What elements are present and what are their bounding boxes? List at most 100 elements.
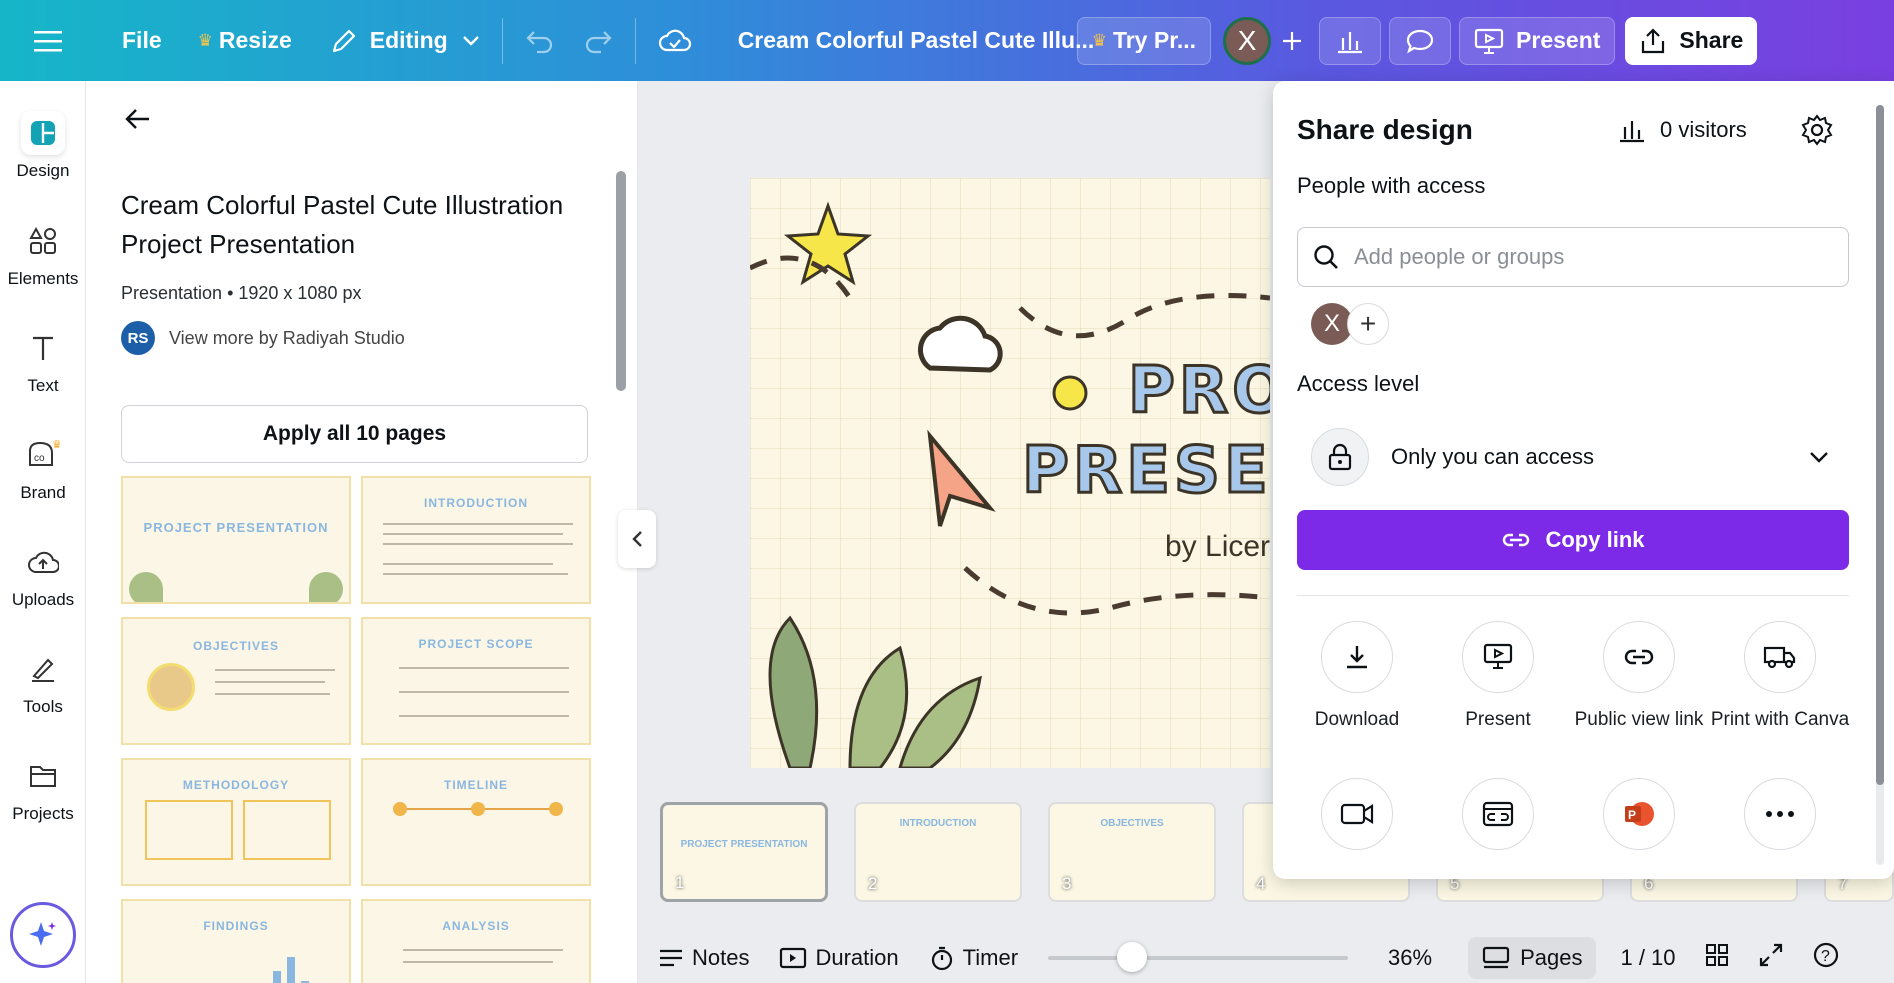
editing-mode-button[interactable]: Editing: [316, 17, 494, 65]
comment-icon: [1406, 29, 1434, 53]
add-collaborator-button[interactable]: +: [1347, 303, 1389, 345]
truck-icon: [1744, 621, 1816, 693]
panel-scrollbar[interactable]: [616, 171, 626, 391]
help-icon: ?: [1813, 942, 1838, 967]
zoom-slider-handle[interactable]: [1117, 941, 1148, 972]
timer-button[interactable]: Timer: [929, 945, 1018, 971]
template-thumbnail[interactable]: PROJECT SCOPE: [361, 617, 591, 745]
template-thumbnail[interactable]: METHODOLOGY: [121, 758, 351, 886]
gear-icon: [1801, 114, 1833, 146]
present-button[interactable]: Present: [1459, 16, 1616, 65]
rail-label: Projects: [12, 804, 74, 823]
add-people-input[interactable]: [1354, 244, 1814, 270]
rail-item-uploads[interactable]: Uploads: [0, 540, 86, 610]
notes-label: Notes: [692, 944, 750, 970]
page-thumbnail-active[interactable]: PROJECT PRESENTATION 1: [660, 802, 828, 902]
invite-button[interactable]: [1271, 17, 1313, 65]
template-thumbnail[interactable]: FINDINGS: [121, 899, 351, 983]
page-thumbnail[interactable]: INTRODUCTION 2: [854, 802, 1022, 902]
thumbnail-title: OBJECTIVES: [192, 639, 280, 653]
rail-label: Text: [27, 376, 59, 395]
help-button[interactable]: ?: [1812, 941, 1840, 975]
brand-icon: co ♛: [21, 433, 65, 477]
fullscreen-button[interactable]: [1758, 942, 1784, 974]
template-thumbnail[interactable]: INTRODUCTION: [361, 476, 591, 604]
document-title[interactable]: Cream Colorful Pastel Cute Illu...: [724, 17, 1095, 65]
redo-icon: [585, 30, 612, 53]
duration-label: Duration: [815, 944, 899, 970]
link-icon: [1603, 621, 1675, 693]
thumbnail-title: ANALYSIS: [442, 919, 510, 933]
editing-label: Editing: [369, 27, 448, 53]
divider: [501, 17, 503, 64]
try-pro-button[interactable]: ♛ Try Pr...: [1076, 16, 1212, 65]
template-thumbnail[interactable]: TIMELINE: [361, 758, 591, 886]
insights-button[interactable]: [1319, 16, 1382, 65]
leaf-decoration: [898, 675, 982, 768]
bar-chart-icon: [1620, 121, 1644, 143]
svg-text:P: P: [1628, 808, 1636, 822]
slide-canvas[interactable]: PROJ PRESEN by Licer: [750, 178, 1270, 768]
share-settings-button[interactable]: [1800, 113, 1834, 152]
back-button[interactable]: [124, 107, 152, 136]
resize-button[interactable]: ♛ Resize: [184, 17, 306, 65]
rail-item-projects[interactable]: Projects: [0, 754, 86, 824]
link-icon: [1503, 533, 1530, 547]
thumbnail-title: PROJECT PRESENTATION: [143, 520, 329, 535]
thumbnail-title: TIMELINE: [444, 778, 508, 792]
rail-item-brand[interactable]: co ♛ Brand: [0, 433, 86, 503]
notes-icon: [660, 949, 682, 966]
comments-button[interactable]: [1389, 16, 1452, 65]
present-action[interactable]: Present: [1428, 621, 1568, 731]
share-panel-title: Share design: [1297, 114, 1473, 145]
public-view-link-action[interactable]: Public view link: [1569, 621, 1709, 731]
visitors-button[interactable]: 0 visitors: [1618, 117, 1747, 143]
download-icon: [1321, 621, 1393, 693]
cloud-save-button[interactable]: [644, 17, 706, 65]
rail-item-tools[interactable]: Tools: [0, 647, 86, 717]
text-placeholder: [383, 543, 573, 545]
redo-button[interactable]: [569, 17, 627, 65]
video-action[interactable]: [1287, 778, 1427, 866]
download-action[interactable]: Download: [1287, 621, 1427, 731]
scrollbar-thumb[interactable]: [1876, 105, 1884, 785]
menu-button[interactable]: [20, 17, 76, 65]
pages-button[interactable]: Pages: [1468, 936, 1597, 979]
rail-item-elements[interactable]: Elements: [0, 219, 86, 289]
more-options-action[interactable]: [1710, 778, 1850, 866]
print-with-canva-action[interactable]: Print with Canva: [1710, 621, 1850, 731]
apply-all-pages-button[interactable]: Apply all 10 pages: [121, 405, 588, 463]
share-button[interactable]: Share: [1625, 16, 1758, 65]
access-level-dropdown[interactable]: Only you can access: [1311, 426, 1849, 488]
collapse-panel-button[interactable]: [618, 510, 656, 568]
rail-item-text[interactable]: Text: [0, 326, 86, 396]
zoom-level[interactable]: 36%: [1388, 945, 1432, 971]
copy-link-button[interactable]: Copy link: [1297, 510, 1849, 570]
page-thumbnail[interactable]: OBJECTIVES 3: [1048, 802, 1216, 902]
template-thumbnail[interactable]: ANALYSIS: [361, 899, 591, 983]
template-thumbnail[interactable]: OBJECTIVES: [121, 617, 351, 745]
notes-button[interactable]: Notes: [658, 945, 749, 971]
author-avatar: RS: [121, 321, 155, 355]
grid-view-button[interactable]: [1704, 942, 1730, 974]
add-people-field[interactable]: [1297, 227, 1849, 287]
zoom-slider[interactable]: [1048, 941, 1349, 972]
template-thumbnail[interactable]: PROJECT PRESENTATION: [121, 476, 351, 604]
file-menu[interactable]: File: [108, 17, 176, 65]
text-placeholder: [215, 681, 325, 683]
powerpoint-action[interactable]: P: [1569, 778, 1709, 866]
user-avatar[interactable]: X: [1223, 16, 1272, 65]
undo-icon: [526, 30, 552, 53]
page-number: 3: [1062, 874, 1072, 893]
duration-button[interactable]: Duration: [779, 944, 899, 971]
rail-item-design[interactable]: Design: [0, 111, 86, 181]
magic-assistant-button[interactable]: [10, 902, 76, 968]
lightbulb-icon: [1052, 375, 1088, 411]
share-label: Share: [1679, 27, 1744, 53]
design-icon: [21, 111, 65, 155]
undo-button[interactable]: [511, 17, 569, 65]
share-panel-scrollbar[interactable]: [1876, 105, 1884, 865]
author-link[interactable]: RS View more by Radiyah Studio: [121, 321, 405, 355]
text-icon: [21, 326, 65, 370]
website-action[interactable]: [1428, 778, 1568, 866]
